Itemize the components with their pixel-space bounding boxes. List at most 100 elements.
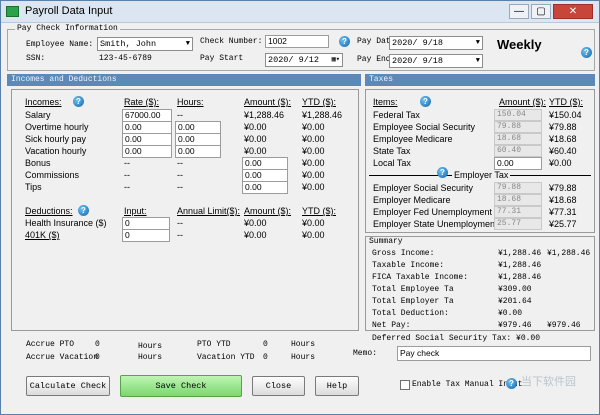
pay-end-picker[interactable]: 2020/ 9/18 ▼ (389, 54, 483, 68)
check-number-help-icon[interactable]: ? (339, 36, 350, 47)
summary-employee-tax-value: ¥309.00 (498, 285, 532, 294)
tips-amount-input[interactable]: 0.00 (242, 181, 288, 194)
state-tax-ytd: ¥60.40 (549, 146, 577, 156)
vacation-rate-input[interactable]: 0.00 (122, 145, 172, 158)
tax-label-employee-ss: Employee Social Security (373, 122, 476, 132)
employee-name-combo[interactable]: Smith, John ▼ (97, 37, 193, 51)
salary-amount: ¥1,288.46 (244, 110, 285, 120)
local-tax-input[interactable]: 0.00 (494, 157, 542, 170)
vacation-hours-input[interactable]: 0.00 (175, 145, 221, 158)
tax-label-state: State Tax (373, 146, 411, 156)
summary-label-gross: Gross Income: (372, 249, 435, 258)
deduction-label-health: Health Insurance ($) (25, 218, 107, 228)
payroll-window: Payroll Data Input — ▢ ✕ Pay Check Infor… (0, 0, 600, 415)
title-bar: Payroll Data Input — ▢ ✕ (1, 1, 599, 23)
maximize-button[interactable]: ▢ (531, 4, 551, 19)
app-icon (6, 6, 19, 17)
incomes-help-icon[interactable]: ? (73, 96, 84, 107)
vacation-ytd-value: 0 (263, 353, 268, 362)
chevron-down-icon: ▼ (475, 39, 480, 47)
commissions-ytd: ¥0.00 (302, 170, 325, 180)
frequency-help-icon[interactable]: ? (581, 47, 592, 58)
overtime-ytd: ¥0.00 (302, 122, 325, 132)
chevron-down-icon: ▼ (475, 57, 480, 65)
federal-tax-amount: 150.04 (494, 109, 542, 121)
check-number-input[interactable]: 1002 (265, 35, 329, 48)
save-check-button[interactable]: Save Check (120, 375, 242, 397)
tax-label-employer-fed-unemp: Employer Fed Unemployment (373, 207, 493, 217)
window-title: Payroll Data Input (25, 5, 113, 17)
summary-label-fica: FICA Taxable Income: (372, 273, 469, 282)
401k-input[interactable]: 0 (122, 229, 170, 242)
enable-tax-manual-checkbox[interactable] (400, 380, 410, 390)
401k-ytd: ¥0.00 (302, 230, 325, 240)
check-number-label: Check Number: (200, 37, 263, 46)
deduction-amount-header: Amount ($): (244, 206, 292, 216)
summary-label-taxable: Taxable Income: (372, 261, 445, 270)
summary-label-deduction: Total Deduction: (372, 309, 449, 318)
commissions-rate: -- (124, 170, 130, 180)
federal-tax-ytd: ¥150.04 (549, 110, 582, 120)
taxes-section-bar: Taxes (365, 74, 595, 86)
summary-title: Summary (369, 237, 403, 246)
pay-date-picker[interactable]: 2020/ 9/18 ▼ (389, 36, 483, 50)
deductions-help-icon[interactable]: ? (78, 205, 89, 216)
pay-start-date-picker[interactable]: 2020/ 9/12 ▦▾ (265, 53, 343, 67)
summary-net-pay-ytd: ¥979.46 (547, 321, 581, 330)
tax-label-federal: Federal Tax (373, 110, 420, 120)
income-label-tips: Tips (25, 182, 42, 192)
income-amount-header: Amount ($): (244, 97, 292, 107)
employee-ss-ytd: ¥79.88 (549, 122, 577, 132)
income-label-commissions: Commissions (25, 170, 80, 180)
commissions-hours: -- (177, 170, 183, 180)
tax-ytd-header: YTD ($): (549, 97, 584, 107)
deduction-ytd-header: YTD ($): (302, 206, 337, 216)
tax-amount-header: Amount ($): (499, 97, 547, 107)
memo-input[interactable]: Pay check (397, 346, 591, 361)
tax-label-employee-medicare: Employee Medicare (373, 134, 453, 144)
memo-label: Memo: (353, 349, 378, 358)
employer-state-unemp-amount: 25.77 (494, 218, 542, 230)
employee-medicare-amount: 18.68 (494, 133, 542, 145)
deduction-label-401k[interactable]: 401K ($) (25, 230, 60, 240)
summary-employer-tax-value: ¥201.64 (498, 297, 532, 306)
employee-name-value: Smith, John (100, 39, 157, 49)
rate-header: Rate ($): (124, 97, 160, 107)
income-label-vacation: Vacation hourly (25, 146, 87, 156)
enable-tax-help-icon[interactable]: ? (506, 378, 517, 389)
health-ytd: ¥0.00 (302, 218, 325, 228)
state-tax-amount: 60.40 (494, 145, 542, 157)
close-window-button[interactable]: ✕ (553, 4, 593, 19)
tips-rate: -- (124, 182, 130, 192)
bonus-hours: -- (177, 158, 183, 168)
help-button[interactable]: Help (315, 376, 359, 396)
summary-label-employee-tax: Total Employee Ta (372, 285, 454, 294)
pto-ytd-value: 0 (263, 340, 268, 349)
calculate-check-button[interactable]: Calculate Check (26, 376, 110, 396)
bonus-rate: -- (124, 158, 130, 168)
salary-hours: -- (177, 110, 183, 120)
employee-ss-amount: 79.88 (494, 121, 542, 133)
deferred-ss-tax: Deferred Social Security Tax: ¥0.00 (372, 334, 541, 343)
minimize-button[interactable]: — (509, 4, 529, 19)
tax-label-employer-state-unemp: Employer State Unemployment (373, 219, 498, 229)
taxes-help-icon[interactable]: ? (420, 96, 431, 107)
vacation-ytd: ¥0.00 (302, 146, 325, 156)
vacation-ytd-label: Vacation YTD (197, 353, 255, 362)
hours-header: Hours: (177, 97, 204, 107)
chevron-down-icon: ▼ (185, 40, 190, 48)
incomes-section-bar: Incomes and Deductions (7, 74, 361, 86)
overtime-amount: ¥0.00 (244, 122, 267, 132)
pto-ytd-hours-label: Hours (291, 340, 316, 349)
401k-amount: ¥0.00 (244, 230, 267, 240)
summary-fica-value: ¥1,288.46 (498, 273, 542, 282)
summary-net-pay-value: ¥979.46 (498, 321, 532, 330)
tax-label-employer-ss: Employer Social Security (373, 183, 474, 193)
accrue-vacation-value: 0 (95, 353, 100, 362)
accrue-pto-hours-label: Hours (138, 342, 163, 351)
pay-frequency: Weekly (497, 37, 542, 52)
close-button[interactable]: Close (252, 376, 305, 396)
employer-tax-help-icon[interactable]: ? (437, 167, 448, 178)
employer-fed-unemp-ytd: ¥77.31 (549, 207, 577, 217)
pay-start-label: Pay Start (200, 54, 244, 63)
